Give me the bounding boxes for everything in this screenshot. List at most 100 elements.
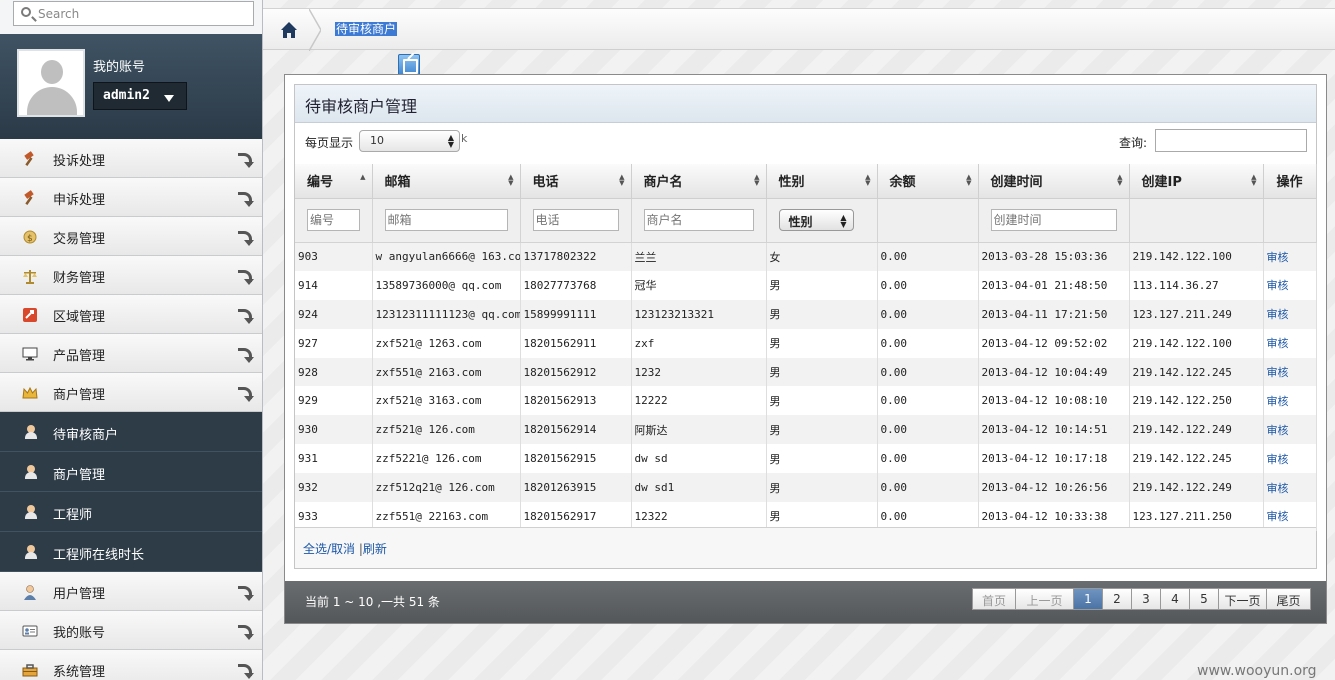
region-icon bbox=[23, 308, 37, 322]
next-page-button[interactable]: 下一页 bbox=[1219, 588, 1267, 610]
column-header-created-time[interactable]: 创建时间 ▲ ▼ bbox=[978, 164, 1130, 199]
review-link[interactable]: 审核 bbox=[1263, 270, 1317, 300]
nav-item-label: 用户管理 bbox=[53, 587, 106, 602]
filter-id-input[interactable] bbox=[307, 209, 360, 231]
cell-balance: 0.00 bbox=[877, 270, 979, 300]
cell-balance: 0.00 bbox=[877, 415, 979, 445]
first-page-button[interactable]: 首页 bbox=[972, 588, 1016, 610]
nav-item-products[interactable]: 产品管理 bbox=[0, 334, 262, 373]
cell-email: 13589736000@ qq.com bbox=[372, 270, 521, 300]
review-link[interactable]: 审核 bbox=[1263, 473, 1317, 503]
review-link[interactable]: 审核 bbox=[1263, 242, 1317, 271]
filter-gender-select[interactable]: 性别 ▲ ▼ bbox=[778, 209, 854, 231]
select-all-link[interactable]: 全选/取消 bbox=[303, 542, 355, 556]
cell-id: 924 bbox=[295, 299, 373, 329]
cell-id: 930 bbox=[295, 415, 373, 445]
redirect-arrow-icon bbox=[238, 348, 254, 363]
cell-created-time: 2013-04-12 10:08:10 bbox=[978, 386, 1130, 416]
sub-item-engineers[interactable]: 工程师 bbox=[0, 492, 262, 532]
nav-item-label: 交易管理 bbox=[53, 232, 106, 247]
home-icon[interactable] bbox=[280, 21, 298, 39]
query-input[interactable] bbox=[1155, 129, 1307, 152]
nav-item-label: 区域管理 bbox=[53, 310, 106, 325]
hammer-icon bbox=[24, 151, 34, 166]
nav-item-users[interactable]: 用户管理 bbox=[0, 572, 262, 611]
expand-icon[interactable] bbox=[398, 54, 420, 76]
filter-name-input[interactable] bbox=[643, 209, 754, 231]
cell-merchant-name: dw sd1 bbox=[631, 473, 767, 503]
nav-item-merchants[interactable]: 商户管理 bbox=[0, 373, 262, 412]
cell-created-time: 2013-04-12 09:52:02 bbox=[978, 328, 1130, 358]
nav-item-finance[interactable]: 财务管理 bbox=[0, 256, 262, 295]
per-page-label: 每页显示 bbox=[305, 136, 354, 150]
sub-item-merchant-management[interactable]: 商户管理 bbox=[0, 452, 262, 492]
sidebar: 我的账号 admin2 投诉处理 申诉处理 $ 交易管理 财务管理 区域管理 产… bbox=[0, 0, 263, 680]
page-5-button[interactable]: 5 bbox=[1190, 588, 1219, 610]
svg-text:$: $ bbox=[27, 234, 33, 244]
page-3-button[interactable]: 3 bbox=[1132, 588, 1161, 610]
review-link[interactable]: 审核 bbox=[1263, 415, 1317, 445]
column-header-label: 创建IP bbox=[1141, 175, 1182, 191]
cell-created-ip: 219.142.122.245 bbox=[1129, 444, 1264, 474]
account-dropdown[interactable]: admin2 bbox=[93, 82, 187, 110]
query-label: 查询: bbox=[1119, 136, 1148, 150]
nav-item-transactions[interactable]: $ 交易管理 bbox=[0, 217, 262, 256]
per-page-select[interactable]: 10 ▲ ▼ bbox=[359, 130, 460, 152]
nav-item-my-account[interactable]: 我的账号 bbox=[0, 611, 262, 650]
column-header-label: 电话 bbox=[532, 175, 559, 191]
nav-item-regions[interactable]: 区域管理 bbox=[0, 295, 262, 334]
filter-email-input[interactable] bbox=[384, 209, 508, 231]
cell-phone: 13717802322 bbox=[520, 242, 632, 271]
sub-item-pending-merchants[interactable]: 待审核商户 bbox=[0, 412, 262, 452]
breadcrumb-separator bbox=[309, 9, 321, 51]
refresh-link[interactable]: 刷新 bbox=[363, 542, 387, 556]
search-input[interactable] bbox=[38, 5, 248, 23]
cell-id: 927 bbox=[295, 328, 373, 358]
page-1-button[interactable]: 1 bbox=[1074, 588, 1103, 610]
review-link[interactable]: 审核 bbox=[1263, 328, 1317, 358]
cell-email: zzf521@ 126.com bbox=[372, 415, 521, 445]
page-4-button[interactable]: 4 bbox=[1161, 588, 1190, 610]
cell-created-time: 2013-04-12 10:04:49 bbox=[978, 357, 1130, 387]
column-header-balance[interactable]: 余额 ▲ ▼ bbox=[877, 164, 979, 199]
cell-created-ip: 219.142.122.250 bbox=[1129, 386, 1264, 416]
account-title: 我的账号 bbox=[93, 60, 146, 75]
column-header-label: 操作 bbox=[1276, 175, 1303, 191]
review-link[interactable]: 审核 bbox=[1263, 357, 1317, 387]
breadcrumb-current[interactable]: 待审核商户 bbox=[335, 22, 398, 36]
nav-item-system[interactable]: 系统管理 bbox=[0, 650, 262, 680]
sort-icon: ▲ ▼ bbox=[619, 173, 625, 187]
nav-item-appeals[interactable]: 申诉处理 bbox=[0, 178, 262, 217]
account-username: admin2 bbox=[103, 88, 150, 103]
cell-merchant-name: 兰兰 bbox=[631, 242, 767, 271]
cell-id: 914 bbox=[295, 270, 373, 300]
cell-phone: 18201263915 bbox=[520, 473, 632, 503]
filter-created-input[interactable] bbox=[990, 209, 1117, 231]
crown-icon bbox=[22, 386, 38, 399]
cell-id: 932 bbox=[295, 473, 373, 503]
review-link[interactable]: 审核 bbox=[1263, 299, 1317, 329]
review-link[interactable]: 审核 bbox=[1263, 386, 1317, 416]
column-header-created-ip[interactable]: 创建IP ▲ ▼ bbox=[1129, 164, 1264, 199]
search-icon bbox=[21, 7, 31, 17]
last-page-button[interactable]: 尾页 bbox=[1267, 588, 1311, 610]
prev-page-button[interactable]: 上一页 bbox=[1016, 588, 1074, 610]
filter-phone-input[interactable] bbox=[532, 209, 619, 231]
cell-created-ip: 219.142.122.100 bbox=[1129, 328, 1264, 358]
caret-down-icon bbox=[164, 95, 174, 102]
search-box[interactable] bbox=[13, 1, 254, 26]
column-header-phone[interactable]: 电话 ▲ ▼ bbox=[520, 164, 632, 199]
table-row: 924 12312311111123@ qq.com 15899991111 1231… bbox=[295, 299, 1317, 329]
review-link[interactable]: 审核 bbox=[1263, 444, 1317, 474]
cell-gender: 男 bbox=[766, 415, 878, 445]
sub-item-label: 工程师在线时长 bbox=[53, 548, 145, 563]
column-header-merchant-name[interactable]: 商户名 ▲ ▼ bbox=[631, 164, 767, 199]
sub-item-engineer-online-time[interactable]: 工程师在线时长 bbox=[0, 532, 262, 572]
column-header-gender[interactable]: 性别 ▲ ▼ bbox=[766, 164, 878, 199]
column-header-id[interactable]: 编号 ▲ bbox=[295, 164, 373, 199]
redirect-arrow-icon bbox=[238, 309, 254, 324]
table-row: 931 zzf5221@ 126.com 18201562915 dw sd 男 0.00… bbox=[295, 444, 1317, 474]
page-2-button[interactable]: 2 bbox=[1103, 588, 1132, 610]
column-header-email[interactable]: 邮箱 ▲ ▼ bbox=[372, 164, 521, 199]
nav-item-complaints[interactable]: 投诉处理 bbox=[0, 139, 262, 178]
